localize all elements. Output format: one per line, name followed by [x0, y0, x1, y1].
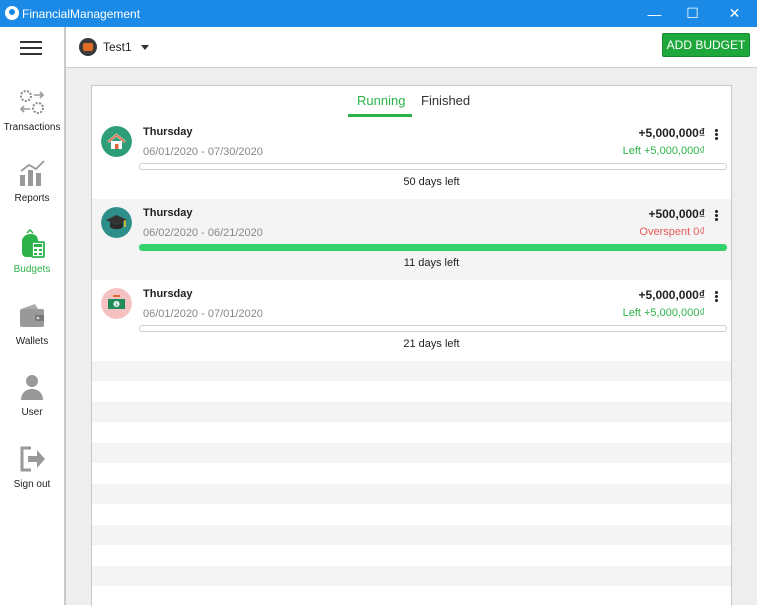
empty-row-stripe: [92, 361, 731, 381]
budget-amount: +5,000,000₫: [638, 126, 705, 140]
sidebar-item-wallets[interactable]: Wallets: [0, 301, 64, 363]
tab-finished[interactable]: Finished: [421, 93, 470, 108]
budget-panel: Running Finished Thursday 06/01/2020 - 0…: [91, 85, 732, 606]
transactions-icon: [19, 90, 45, 114]
maximize-button[interactable]: ☐: [670, 0, 715, 27]
sidebar-item-sign-out[interactable]: Sign out: [0, 444, 64, 506]
budget-progress-bar: [139, 163, 727, 170]
budgets-icon: [22, 229, 45, 258]
empty-row-stripe: [92, 402, 731, 422]
budget-amount: +500,000₫: [648, 207, 705, 221]
sidebar-item-transactions[interactable]: Transactions: [0, 87, 64, 149]
sidebar-item-label: Sign out: [13, 479, 51, 490]
reports-icon: [20, 160, 45, 186]
more-options-icon[interactable]: [715, 291, 718, 303]
active-tab-indicator: [348, 114, 412, 117]
wallet-icon: [79, 38, 97, 56]
days-left: 11 days left: [403, 257, 460, 269]
wallet-name: Test1: [103, 40, 132, 54]
days-left: 50 days left: [403, 176, 460, 188]
title-bar: FinancialManagement — ☐ ✕: [0, 0, 757, 27]
budget-remaining: Left +5,000,000₫: [622, 307, 705, 319]
budget-remaining: Left +5,000,000₫: [622, 145, 705, 157]
days-left: 21 days left: [403, 338, 460, 350]
svg-text:$: $: [115, 302, 118, 308]
sidebar-item-reports[interactable]: Reports: [0, 158, 64, 220]
budget-row[interactable]: $ Thursday 06/01/2020 - 07/01/2020 +5,00…: [92, 280, 731, 361]
sidebar-item-label: Budgets: [13, 264, 51, 275]
sidebar: Transactions Reports Budgets Wallets Use…: [0, 27, 66, 605]
sidebar-item-user[interactable]: User: [0, 372, 64, 434]
add-budget-button[interactable]: ADD BUDGET: [662, 33, 750, 57]
budget-dates: 06/01/2020 - 07/01/2020: [143, 308, 263, 320]
app-icon: [5, 6, 19, 20]
chevron-down-icon: [140, 44, 149, 50]
sidebar-item-label: Transactions: [3, 122, 61, 133]
sidebar-item-label: Reports: [14, 193, 50, 204]
home-icon: [101, 126, 132, 157]
empty-row-stripe: [92, 525, 731, 545]
budget-amount: +5,000,000₫: [638, 288, 705, 302]
hamburger-menu-icon[interactable]: [20, 41, 42, 55]
wallet-selector[interactable]: Test1: [79, 37, 149, 57]
empty-row-stripe: [92, 484, 731, 504]
budget-dates: 06/02/2020 - 06/21/2020: [143, 227, 263, 239]
empty-row-stripe: [92, 443, 731, 463]
sidebar-item-budgets[interactable]: Budgets: [0, 229, 64, 291]
close-button[interactable]: ✕: [712, 0, 757, 27]
progress-fill: [140, 245, 726, 250]
user-icon: [21, 375, 43, 400]
empty-row-stripe: [92, 566, 731, 586]
budget-remaining: Overspent 0₫: [639, 226, 705, 238]
budget-dates: 06/01/2020 - 07/30/2020: [143, 146, 263, 158]
sidebar-item-label: User: [21, 407, 43, 418]
main-content: Running Finished Thursday 06/01/2020 - 0…: [66, 68, 757, 606]
budget-day: Thursday: [143, 288, 193, 300]
graduation-cap-icon: [101, 207, 132, 238]
budget-row[interactable]: Thursday 06/01/2020 - 07/30/2020 +5,000,…: [92, 118, 731, 199]
tab-running[interactable]: Running: [357, 93, 405, 108]
budget-progress-bar: [139, 325, 727, 332]
wallets-icon: [20, 304, 44, 327]
more-options-icon[interactable]: [715, 210, 718, 222]
sign-out-icon: [20, 446, 45, 472]
budget-progress-bar: [139, 244, 727, 251]
budget-tabs: Running Finished: [92, 86, 731, 117]
window-title: FinancialManagement: [22, 7, 141, 21]
money-icon: $: [101, 288, 132, 319]
top-bar: Test1 ADD BUDGET: [66, 27, 757, 68]
budget-row[interactable]: Thursday 06/02/2020 - 06/21/2020 +500,00…: [92, 199, 731, 280]
sidebar-item-label: Wallets: [15, 336, 49, 347]
more-options-icon[interactable]: [715, 129, 718, 141]
budget-day: Thursday: [143, 126, 193, 138]
budget-day: Thursday: [143, 207, 193, 219]
